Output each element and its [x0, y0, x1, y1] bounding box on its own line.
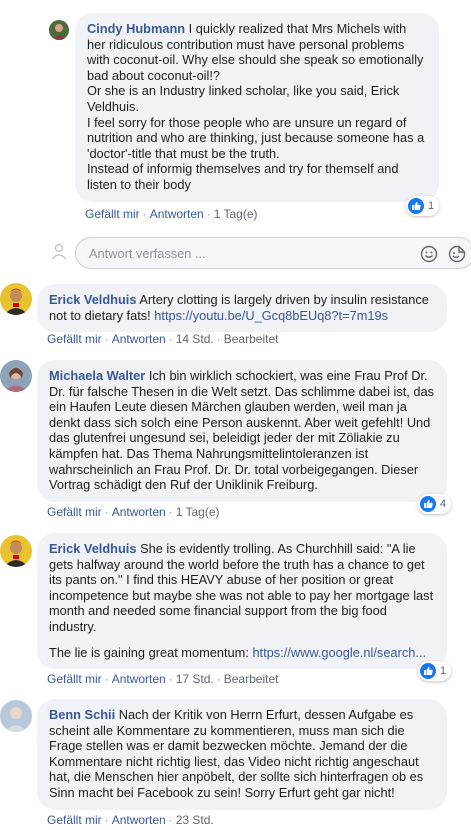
comment-text: kämpfen hat. Das Thema Nahrungsmittelint…: [49, 445, 369, 461]
reply-button[interactable]: Antworten: [150, 207, 204, 221]
comment-author[interactable]: Benn Schii: [49, 707, 115, 722]
like-button[interactable]: Gefällt mir: [47, 672, 102, 686]
sticker-icon[interactable]: [448, 245, 466, 263]
comment-text: scheint alle Kommentare zu kommentieren,…: [49, 722, 405, 738]
comment-text: I feel sorry for those people who are un…: [87, 114, 407, 130]
reaction-number: 1: [428, 200, 435, 212]
comment-text: Or she is an Industry linked scholar, li…: [87, 83, 400, 99]
comment-bubble: Cindy Hubmann I quickly realized that Mr…: [75, 13, 439, 202]
avatar-image: [0, 360, 32, 392]
comment-timestamp[interactable]: 14 Std.: [176, 332, 214, 346]
comment-text: Dr. für falsche Thesen in die Welt setzt…: [49, 383, 435, 399]
avatar[interactable]: [49, 20, 69, 40]
avatar[interactable]: [0, 283, 32, 315]
comment-text: with coconut-oil. Why else should she sp…: [87, 52, 424, 68]
like-button[interactable]: Gefällt mir: [85, 207, 140, 221]
avatar-image: [0, 535, 32, 567]
comment-text: gets halfway around the world before the…: [49, 556, 425, 572]
edited-label[interactable]: Bearbeitet: [224, 332, 279, 346]
comment-text: das glutenfrei ungesund sei, beleidigt j…: [49, 430, 400, 446]
comment-text: 'doctor'-title that must be the truth.: [87, 145, 280, 161]
comment-text: nutrition and who are thinking, just bec…: [87, 130, 425, 146]
reaction-number: 4: [440, 498, 447, 510]
comment-bubble: Benn Schii Nach der Kritik von Herrn Erf…: [37, 699, 447, 810]
edited-label[interactable]: Bearbeitet: [224, 672, 279, 686]
comment-timestamp[interactable]: 1 Tag(e): [214, 207, 258, 221]
thumbs-up-icon: [420, 663, 436, 679]
smiley-icon[interactable]: [420, 245, 438, 263]
comment-text: denkt dass sich solch eine Person ausken…: [49, 414, 431, 430]
comment-text: Artery clotting is largely driven by ins…: [139, 292, 429, 307]
reply-box[interactable]: [75, 237, 471, 269]
reply-button[interactable]: Antworten: [112, 332, 166, 346]
comment-timestamp[interactable]: 23 Std.: [176, 813, 214, 827]
comment-text: listen to their body: [87, 176, 191, 192]
comment-actions: Gefällt mir · Antworten · 1 Tag(e): [85, 207, 258, 221]
comment-text: The lie is gaining great momentum:: [49, 644, 249, 660]
like-button[interactable]: Gefällt mir: [47, 813, 102, 827]
comment-text: She is evidently trolling. As Churchhill…: [140, 541, 416, 556]
comment-bubble: Erick Veldhuis Artery clotting is largel…: [37, 284, 447, 333]
comment-author[interactable]: Erick Veldhuis: [49, 541, 137, 556]
reaction-number: 1: [440, 665, 447, 677]
comment-text: Sinn macht bei Facebook zu sein! Sorry E…: [49, 784, 395, 800]
reply-input[interactable]: [87, 245, 411, 262]
comment-timestamp[interactable]: 1 Tag(e): [176, 505, 220, 519]
comment-actions: Gefällt mir · Antworten · 14 Std. · Bearbeitet: [47, 332, 279, 346]
reaction-count[interactable]: 1: [406, 196, 440, 216]
comment-bubble: Michaela Walter Ich bin wirklich schocki…: [37, 360, 447, 502]
comment-text: industry.: [49, 618, 97, 634]
like-button[interactable]: Gefällt mir: [47, 505, 102, 519]
avatar[interactable]: [0, 535, 32, 567]
avatar-image: [0, 283, 32, 315]
comment-text: Kommentare nicht richtig liest, das Vide…: [49, 753, 419, 769]
comment-text: Veldhuis.: [87, 98, 139, 114]
comment-text: incompetence but maybe she was not able …: [49, 587, 434, 603]
comment-text: Instead of informig themselves and try f…: [87, 161, 399, 177]
comment-text: hat, die Menschen hier anpöbelt, der sol…: [49, 769, 424, 785]
comment-author[interactable]: Cindy Hubmann: [87, 21, 185, 36]
comment-text: Ich bin wirklich schockiert, was eine Fr…: [148, 368, 428, 383]
comment-text: not to dietary fats!: [49, 307, 151, 323]
like-button[interactable]: Gefällt mir: [47, 332, 102, 346]
thumbs-up-icon: [420, 496, 436, 512]
comment-text: her ridiculous contribution must have pe…: [87, 36, 405, 52]
comment-text: Frage stellen was er damit bezwecken möc…: [49, 738, 408, 754]
thumbs-up-icon: [408, 198, 424, 214]
comment-text: Nach der Kritik von Herrn Erfurt, dessen…: [118, 707, 414, 722]
comment-link[interactable]: https://www.google.nl/search...: [252, 645, 426, 660]
reply-button[interactable]: Antworten: [112, 672, 166, 686]
reaction-count[interactable]: 1: [418, 661, 452, 681]
avatar[interactable]: [0, 360, 32, 392]
avatar-image: [49, 20, 69, 40]
avatar[interactable]: [0, 700, 32, 732]
reply-button[interactable]: Antworten: [112, 813, 166, 827]
composer-avatar-icon: [49, 241, 69, 261]
comment-actions: Gefällt mir · Antworten · 23 Std.: [47, 813, 214, 827]
reaction-count[interactable]: 4: [418, 494, 452, 514]
comment-text: bad about coconut-oil!?: [87, 67, 221, 83]
comment-author[interactable]: Michaela Walter: [49, 368, 145, 383]
comment-text: I quickly realized that Mrs Michels with: [188, 21, 407, 36]
comment-text: Vortrag schädigt den Ruf der Uniklinik F…: [49, 477, 318, 493]
comment-author[interactable]: Erick Veldhuis: [49, 292, 137, 307]
comment-timestamp[interactable]: 17 Std.: [176, 672, 214, 686]
reply-button[interactable]: Antworten: [112, 505, 166, 519]
comment-text: its pants on." I find this HEAVY abuse o…: [49, 572, 394, 588]
comment-actions: Gefällt mir · Antworten · 1 Tag(e): [47, 505, 220, 519]
comment-bubble: Erick Veldhuis She is evidently trolling…: [37, 533, 447, 670]
comment-actions: Gefällt mir · Antworten · 17 Std. · Bearbeitet: [47, 672, 279, 686]
comment-text: ein Haufen Leute diesen Märchen glauben …: [49, 399, 407, 415]
comment-text: wahrscheinlich an Frau Prof. Dr. Dr. tot…: [49, 461, 419, 477]
comment-link[interactable]: https://youtu.be/U_Gcq8bEUq8?t=7m19s: [154, 308, 388, 323]
avatar-image: [0, 700, 32, 732]
comment-text: month and needed some financial support …: [49, 603, 387, 619]
